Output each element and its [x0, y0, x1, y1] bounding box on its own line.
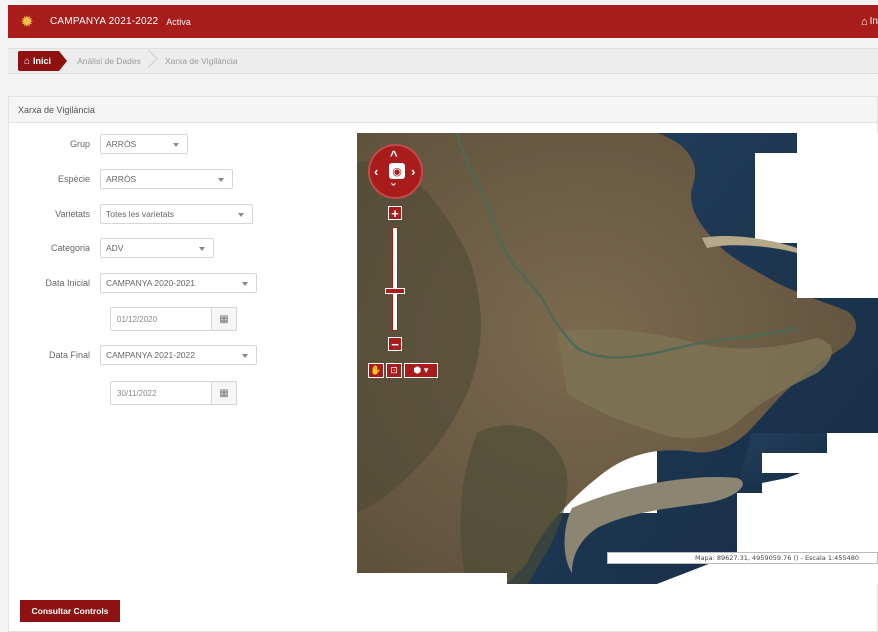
home-icon: ⌂: [861, 15, 868, 28]
hand-pan-icon[interactable]: ✋: [368, 363, 384, 378]
map-pan-control[interactable]: ^ ‹ › ˇ ◉: [368, 144, 423, 199]
chevron-down-icon: [173, 143, 179, 147]
data-inicial-value: CAMPANYA 2020-2021: [106, 278, 195, 288]
date-final-input[interactable]: 30/11/2022 ▦: [110, 381, 237, 405]
consultar-controls-button[interactable]: Consultar Controls: [20, 600, 120, 622]
home-icon: ⌂: [24, 55, 31, 67]
zoom-slider[interactable]: [392, 227, 398, 331]
breadcrumb-item-xarxa[interactable]: Xarxa de Vigilància: [165, 56, 248, 66]
form-row-data-final: Data Final CAMPANYA 2021-2022: [8, 345, 257, 365]
date-inicial-value: 01/12/2020: [117, 314, 158, 324]
chevron-down-icon: [218, 178, 224, 182]
pan-right-icon[interactable]: ›: [411, 165, 415, 178]
data-inicial-select[interactable]: CAMPANYA 2020-2021: [100, 273, 257, 293]
categoria-label: Categoria: [50, 243, 90, 253]
panel-title: Xarxa de Vigilància: [9, 97, 877, 123]
form-row-date-inicial: 01/12/2020 ▦: [110, 307, 237, 331]
chevron-down-icon: [238, 213, 244, 217]
calendar-icon[interactable]: ▦: [211, 381, 237, 405]
grup-select[interactable]: ARRÒS: [100, 134, 188, 154]
globe-icon[interactable]: ◉: [389, 163, 405, 179]
gear-logo-icon[interactable]: ✹: [16, 11, 38, 33]
data-final-value: CAMPANYA 2021-2022: [106, 350, 195, 360]
chevron-down-icon: [199, 247, 205, 251]
campaign-status: Activa: [166, 16, 191, 27]
categoria-select[interactable]: ADV: [100, 238, 214, 258]
grup-label: Grup: [69, 139, 90, 149]
campaign-title: CAMPANYA 2021-2022: [50, 16, 159, 27]
pan-up-icon[interactable]: ^: [390, 149, 398, 162]
date-inicial-input[interactable]: 01/12/2020 ▦: [110, 307, 237, 331]
map-view[interactable]: [357, 133, 878, 584]
especie-label: Espècie: [57, 174, 90, 184]
date-final-value: 30/11/2022: [117, 388, 157, 398]
zoom-slider-thumb[interactable]: [385, 288, 405, 295]
data-final-label: Data Final: [48, 350, 90, 360]
data-inicial-label: Data Inicial: [45, 278, 90, 288]
form-row-date-final: 30/11/2022 ▦: [110, 381, 237, 405]
breadcrumb-home-label: Inici: [33, 56, 52, 66]
form-row-especie: Espècie ARRÒS: [8, 169, 233, 189]
varietats-value: Totes les varietats: [106, 209, 175, 219]
categoria-value: ADV: [106, 243, 124, 253]
data-final-select[interactable]: CAMPANYA 2021-2022: [100, 345, 257, 365]
breadcrumb-home[interactable]: ⌂ Inici: [18, 51, 68, 71]
form-row-grup: Grup ARRÒS: [8, 134, 188, 154]
chevron-down-icon: [242, 354, 248, 358]
grup-value: ARRÒS: [106, 139, 137, 149]
top-home-link[interactable]: ⌂ In: [861, 5, 878, 38]
pan-left-icon[interactable]: ‹: [374, 165, 378, 178]
pan-down-icon[interactable]: ˇ: [391, 182, 395, 195]
top-home-label: In: [869, 16, 878, 27]
zoom-out-button[interactable]: −: [388, 337, 402, 351]
satellite-map[interactable]: [357, 133, 878, 584]
calendar-icon[interactable]: ▦: [211, 307, 237, 331]
especie-select[interactable]: ARRÒS: [100, 169, 233, 189]
form-row-categoria: Categoria ADV: [8, 238, 214, 258]
form-row-data-inicial: Data Inicial CAMPANYA 2020-2021: [8, 273, 257, 293]
varietats-label: Varietats: [55, 209, 90, 219]
zoom-box-icon[interactable]: ⊡: [386, 363, 402, 378]
map-scale-bar: Mapa: 89627.31, 4959059.76 () - Escala 1…: [607, 552, 878, 564]
chevron-down-icon: [242, 282, 248, 286]
form-row-varietats: Varietats Totes les varietats: [8, 204, 253, 224]
breadcrumb-item-analisi[interactable]: Anàlisi de Dades: [77, 56, 151, 66]
varietats-select[interactable]: Totes les varietats: [100, 204, 253, 224]
top-bar: ✹ CAMPANYA 2021-2022 Activa ⌂ In: [8, 5, 878, 38]
zoom-in-button[interactable]: +: [388, 206, 402, 220]
layers-icon[interactable]: ⬢ ▾: [404, 363, 438, 378]
especie-value: ARRÒS: [106, 174, 137, 184]
breadcrumb: ⌂ Inici Anàlisi de Dades Xarxa de Vigilà…: [8, 48, 878, 74]
